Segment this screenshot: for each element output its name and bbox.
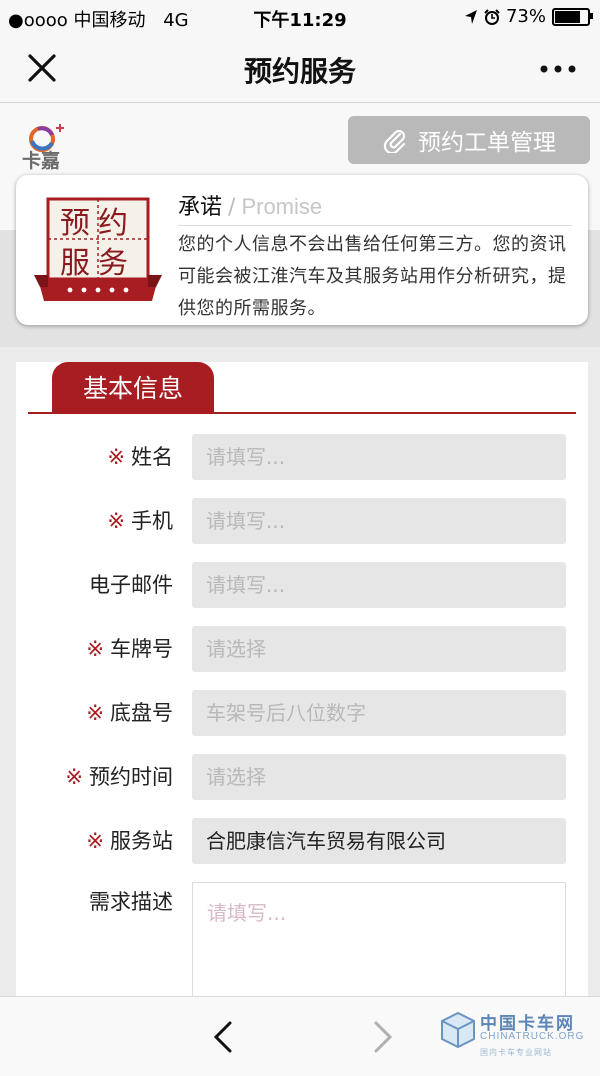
field-label-text: 车牌号	[110, 637, 173, 661]
form-row: ※ 手机 请填写...	[16, 498, 588, 544]
field-label: ※ 车牌号	[86, 626, 173, 672]
appointment-service-badge: 预约 服务	[34, 197, 162, 301]
watermark-cube-icon	[441, 1011, 475, 1049]
watermark-en: CHINATRUCK.ORG	[480, 1031, 585, 1042]
input-field[interactable]: 请填写...	[192, 434, 566, 480]
form-row: ※ 服务站 合肥康信汽车贸易有限公司	[16, 818, 588, 864]
field-label-text: 手机	[131, 509, 173, 533]
promise-title-cn: 承诺	[178, 195, 223, 220]
field-label-text: 底盘号	[110, 701, 173, 725]
promise-divider	[178, 225, 572, 226]
field-label-text: 电子邮件	[89, 573, 173, 597]
location-icon	[464, 9, 477, 24]
input-field[interactable]: 请填写...	[192, 562, 566, 608]
promise-card: 预约 服务 承诺 / Promise 您的个人信息不会出售给任何第三方。您的资讯可能…	[16, 175, 588, 325]
nav-bar: 预约服务	[0, 34, 600, 103]
svg-text:服务: 服务	[60, 246, 136, 281]
form-row: 电子邮件 请填写...	[16, 562, 588, 608]
required-mark: ※	[65, 765, 83, 789]
required-mark: ※	[107, 509, 125, 533]
back-icon[interactable]	[208, 1019, 238, 1055]
brand-logo-text: 卡嘉	[22, 150, 61, 172]
watermark: 中国卡车网 CHINATRUCK.ORG 国内卡车专业网站	[440, 1007, 590, 1065]
field-label: ※ 手机	[107, 498, 173, 544]
order-management-button[interactable]: 预约工单管理	[348, 116, 590, 164]
battery-percent: 73%	[505, 6, 546, 27]
form-row: ※ 姓名 请填写...	[16, 434, 588, 480]
field-label-text: 服务站	[110, 829, 173, 853]
page-title: 预约服务	[243, 55, 356, 88]
form-row: ※ 预约时间 请选择	[16, 754, 588, 800]
input-field[interactable]: 车架号后八位数字	[192, 690, 566, 736]
field-label: ※ 服务站	[86, 818, 173, 864]
input-field[interactable]: 请选择	[192, 754, 566, 800]
section-divider	[28, 412, 576, 414]
form-row: ※ 车牌号 请选择	[16, 626, 588, 672]
field-label-text: 预约时间	[89, 765, 173, 789]
order-management-label: 预约工单管理	[418, 130, 556, 156]
basic-info-form: 基本信息 ※ 姓名 请填写... ※ 手机 请填写... 电子邮件 请填写... ※ 车牌号 请选择…	[16, 362, 588, 1012]
input-field[interactable]: 合肥康信汽车贸易有限公司	[192, 818, 566, 864]
promise-text: 您的个人信息不会出售给任何第三方。您的资讯可能会被江淮汽车及其服务站用作分析研究…	[178, 234, 567, 319]
more-icon[interactable]	[536, 54, 580, 84]
field-label-text: 姓名	[131, 445, 173, 469]
field-label: 电子邮件	[89, 562, 173, 608]
field-label: ※ 姓名	[107, 434, 173, 480]
status-bar: ●oooo 中国移动 4G 下午11:29 73%	[0, 0, 600, 34]
svg-text:预约: 预约	[60, 206, 136, 241]
forward-icon[interactable]	[368, 1019, 398, 1055]
promise-separator: /	[228, 195, 236, 220]
paperclip-icon	[383, 129, 406, 153]
field-label: ※ 预约时间	[65, 754, 173, 800]
promise-heading: 承诺 / Promise	[178, 189, 322, 221]
section-title: 基本信息	[52, 362, 214, 412]
form-row: ※ 底盘号 车架号后八位数字	[16, 690, 588, 736]
input-field[interactable]: 请填写...	[192, 498, 566, 544]
field-label: ※ 底盘号	[86, 690, 173, 736]
required-mark: ※	[86, 701, 104, 725]
description-label: 需求描述	[89, 890, 173, 914]
required-mark: ※	[86, 829, 104, 853]
promise-title-en: Promise	[241, 194, 323, 219]
required-mark: ※	[107, 445, 125, 469]
input-field[interactable]: 请选择	[192, 626, 566, 672]
watermark-sub: 国内卡车专业网站	[480, 1048, 552, 1057]
alarm-icon	[484, 8, 500, 25]
description-textarea[interactable]: 请填写...	[192, 882, 566, 1012]
battery-icon	[552, 7, 593, 26]
status-right: 73%	[464, 6, 593, 27]
browser-toolbar: 中国卡车网 CHINATRUCK.ORG 国内卡车专业网站	[0, 996, 600, 1076]
required-mark: ※	[86, 637, 104, 661]
